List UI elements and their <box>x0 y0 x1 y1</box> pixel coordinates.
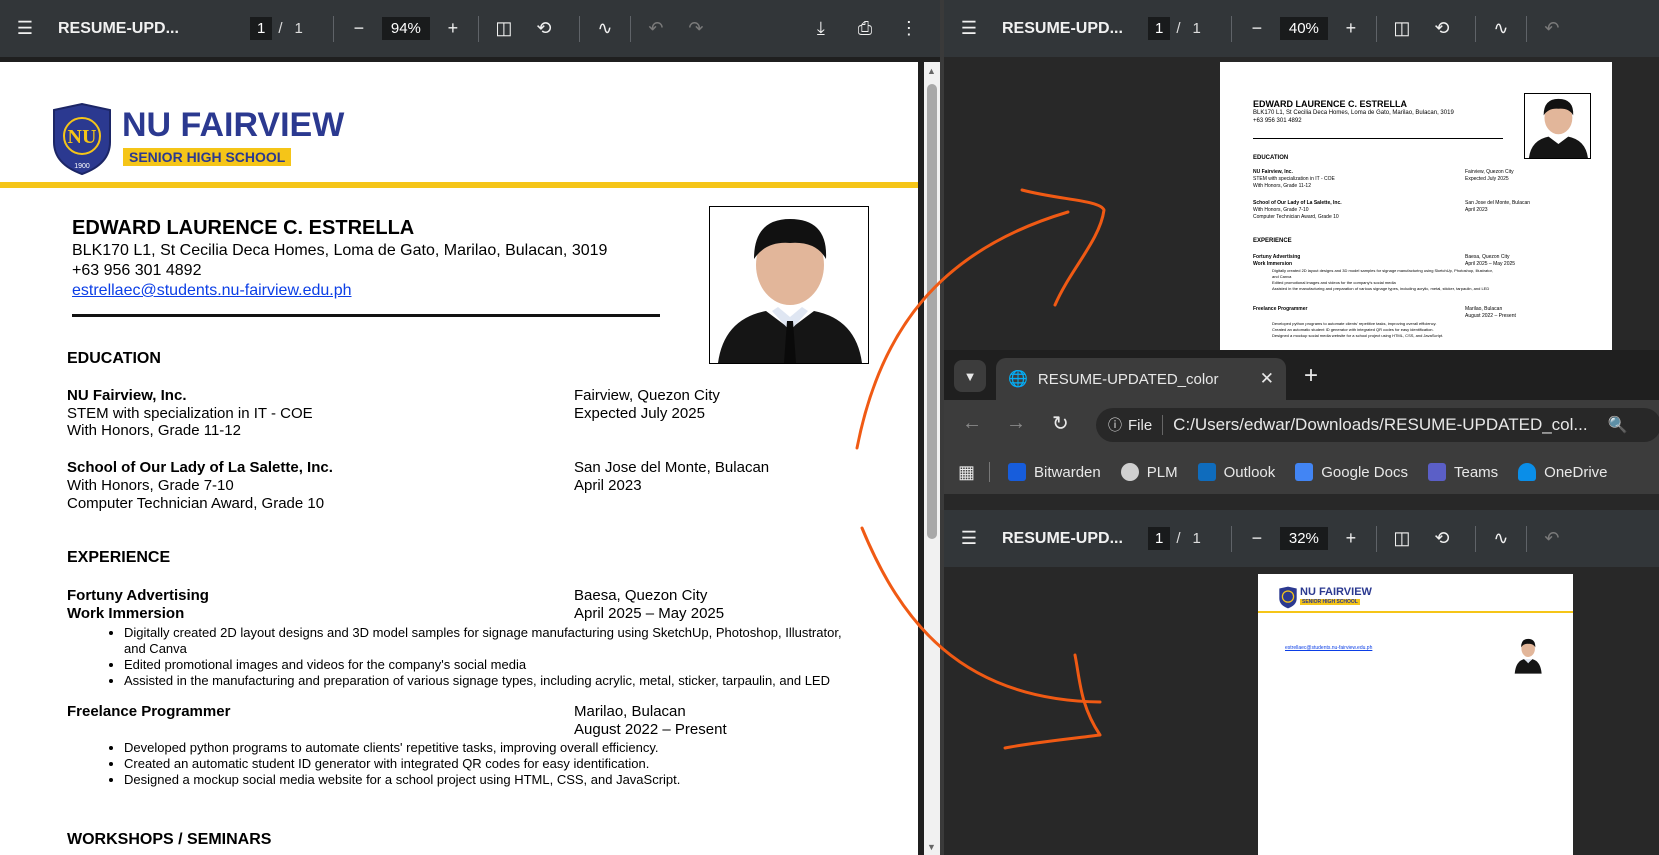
arrow-curve-down <box>860 526 1102 704</box>
annotation-strokes <box>855 188 1106 750</box>
arrow-head-up <box>1020 188 1106 307</box>
arrow-curve-up <box>855 210 1070 450</box>
